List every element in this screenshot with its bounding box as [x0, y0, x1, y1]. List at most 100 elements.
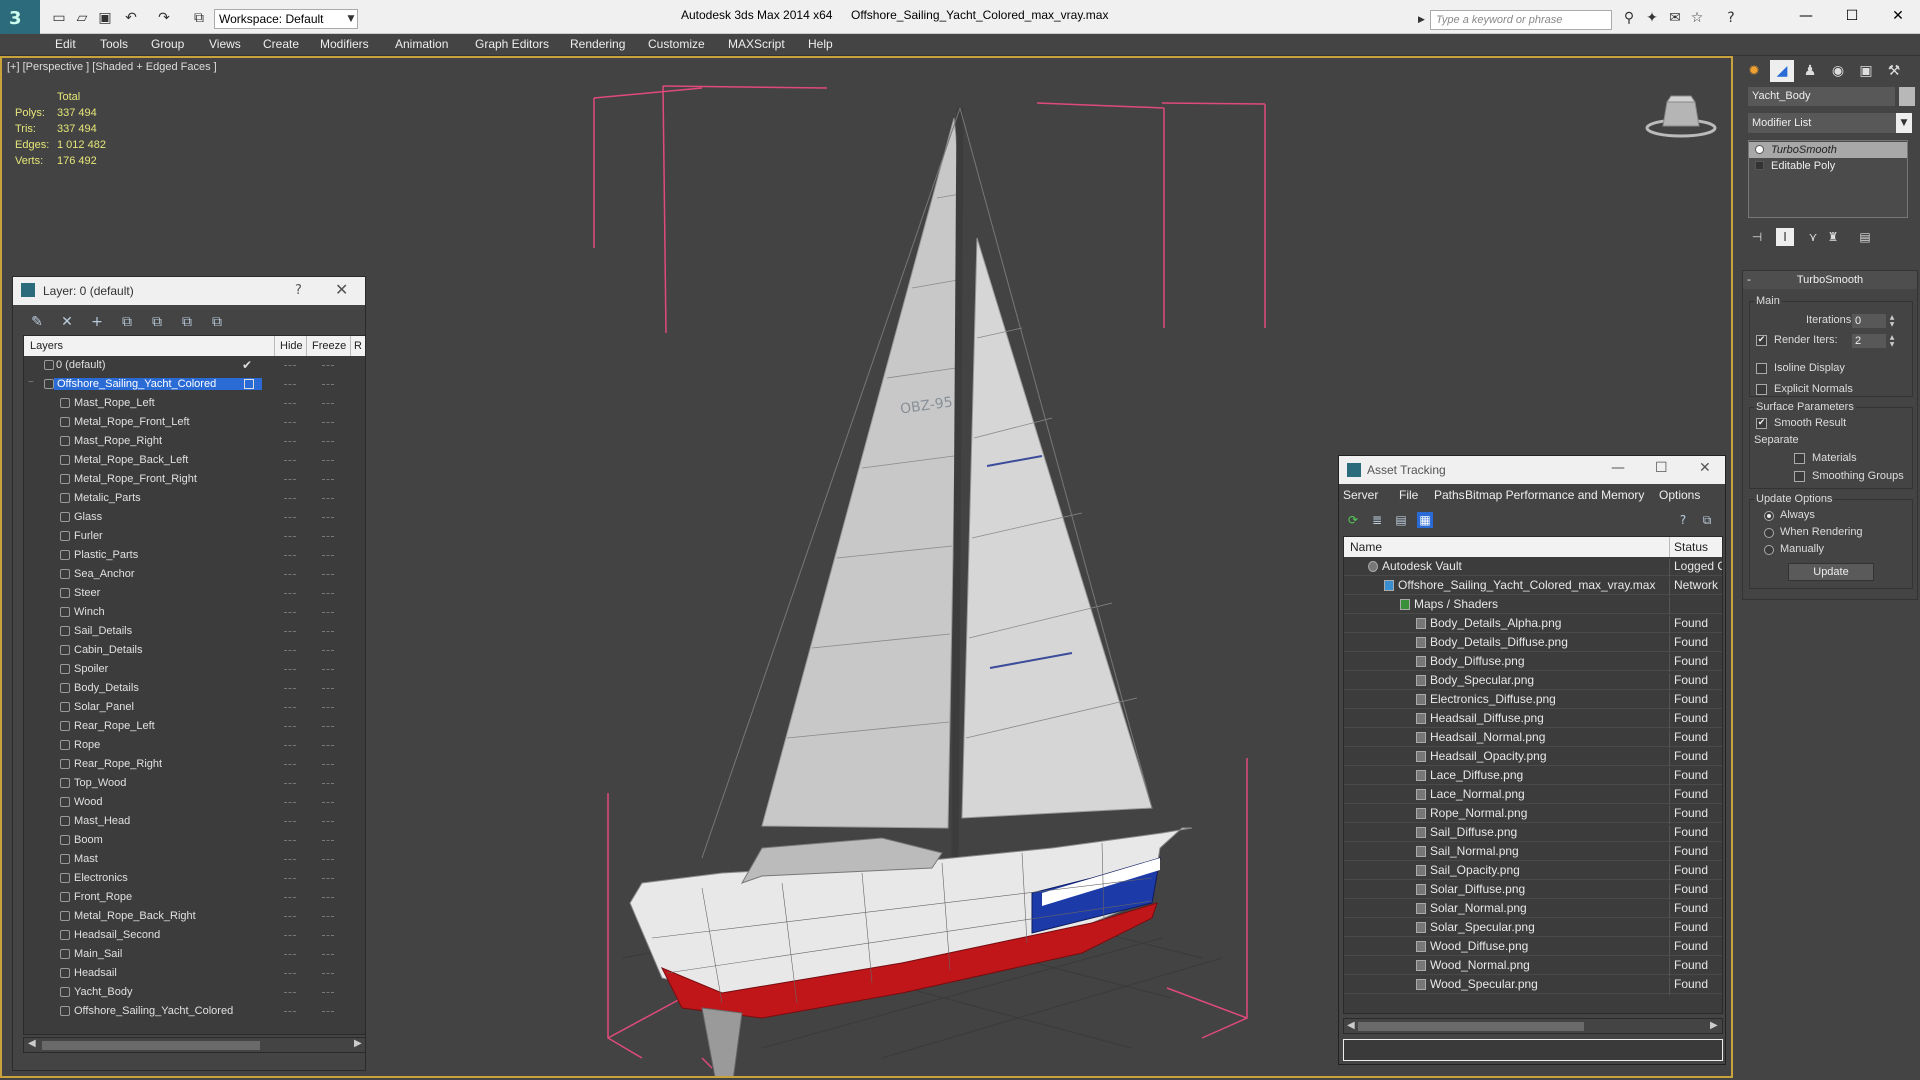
- object-color-swatch[interactable]: [1899, 87, 1915, 106]
- close-icon[interactable]: ✕: [1878, 4, 1918, 28]
- hide-toggle[interactable]: [284, 441, 296, 442]
- maximize-icon[interactable]: ☐: [1832, 4, 1872, 28]
- hide-toggle[interactable]: [284, 479, 296, 480]
- select-objects-icon[interactable]: ⧉: [117, 313, 137, 331]
- subscription-icon[interactable]: ✦: [1643, 10, 1661, 26]
- hide-toggle[interactable]: [284, 612, 296, 613]
- layer-object-row[interactable]: Metal_Rope_Back_Right: [24, 907, 365, 926]
- freeze-toggle[interactable]: [322, 897, 334, 898]
- freeze-toggle[interactable]: [322, 954, 334, 955]
- maximize-icon[interactable]: ☐: [1655, 460, 1668, 476]
- asset-map-row[interactable]: Headsail_Diffuse.png Found: [1344, 709, 1722, 729]
- hide-toggle[interactable]: [284, 422, 296, 423]
- asset-map-row[interactable]: Sail_Opacity.png Found: [1344, 861, 1722, 881]
- spinner-arrows-icon[interactable]: ▲ ▼: [1888, 334, 1896, 348]
- layer-object-row[interactable]: Sail_Details: [24, 622, 365, 641]
- menu-paths[interactable]: Paths: [1434, 488, 1465, 502]
- create-tab-icon[interactable]: ✹: [1742, 60, 1766, 82]
- hide-toggle[interactable]: [284, 631, 296, 632]
- hide-toggle[interactable]: [284, 707, 296, 708]
- freeze-toggle[interactable]: [322, 498, 334, 499]
- layer-object-row[interactable]: Mast_Head: [24, 812, 365, 831]
- layer-object-row[interactable]: Headsail: [24, 964, 365, 983]
- hide-toggle[interactable]: [284, 783, 296, 784]
- isoline-checkbox[interactable]: [1756, 363, 1767, 374]
- configure-sets-icon[interactable]: ▤: [1856, 228, 1874, 246]
- hide-toggle[interactable]: [284, 1011, 296, 1012]
- pin-stack-icon[interactable]: ⊣: [1748, 228, 1766, 246]
- freeze-toggle[interactable]: [322, 669, 334, 670]
- list-view-icon[interactable]: ≣: [1369, 512, 1385, 528]
- asset-row-file[interactable]: Offshore_Sailing_Yacht_Colored_max_vray.…: [1344, 576, 1722, 596]
- scroll-thumb[interactable]: [1358, 1022, 1584, 1031]
- freeze-toggle[interactable]: [322, 973, 334, 974]
- close-icon[interactable]: ✕: [1699, 460, 1711, 476]
- hide-toggle[interactable]: [284, 935, 296, 936]
- freeze-toggle[interactable]: [322, 441, 334, 442]
- render-iters-checkbox[interactable]: ✔: [1756, 335, 1767, 346]
- asset-map-row[interactable]: Sail_Diffuse.png Found: [1344, 823, 1722, 843]
- menu-options[interactable]: Options: [1659, 488, 1700, 502]
- minimize-icon[interactable]: —: [1786, 4, 1826, 28]
- hide-toggle[interactable]: [284, 802, 296, 803]
- menu-bitmap-performance[interactable]: Bitmap Performance and Memory: [1465, 488, 1644, 502]
- layer-object-row[interactable]: Rear_Rope_Left: [24, 717, 365, 736]
- scroll-left-icon[interactable]: ◀: [28, 1038, 36, 1049]
- viewport-label[interactable]: [+] [Perspective ] [Shaded + Edged Faces…: [7, 61, 217, 73]
- tree-view-icon[interactable]: ▤: [1393, 512, 1409, 528]
- freeze-toggle[interactable]: [322, 384, 334, 385]
- stack-item-turbosmooth[interactable]: TurboSmooth: [1749, 142, 1907, 158]
- layer-object-row[interactable]: Body_Details: [24, 679, 365, 698]
- freeze-toggle[interactable]: [322, 365, 334, 366]
- save-icon[interactable]: ▣: [96, 10, 114, 26]
- search-expand-icon[interactable]: ▶: [1418, 10, 1430, 30]
- minimize-icon[interactable]: —: [1611, 460, 1625, 476]
- hide-toggle[interactable]: [284, 403, 296, 404]
- collapse-icon[interactable]: −: [28, 377, 34, 388]
- hide-toggle[interactable]: [284, 593, 296, 594]
- hide-toggle[interactable]: [284, 916, 296, 917]
- freeze-toggle[interactable]: [322, 802, 334, 803]
- horizontal-scrollbar[interactable]: ◀ ▶: [23, 1037, 366, 1053]
- freeze-toggle[interactable]: [322, 992, 334, 993]
- hide-toggle[interactable]: [284, 878, 296, 879]
- hide-toggle[interactable]: [284, 555, 296, 556]
- freeze-toggle[interactable]: [322, 612, 334, 613]
- help-icon[interactable]: ?: [295, 283, 302, 298]
- hide-toggle[interactable]: [284, 859, 296, 860]
- layer-object-row[interactable]: Winch: [24, 603, 365, 622]
- layer-object-row[interactable]: Metalic_Parts: [24, 489, 365, 508]
- menu-customize[interactable]: Customize: [648, 37, 705, 51]
- project-folder-icon[interactable]: ⧉: [190, 10, 208, 26]
- asset-map-row[interactable]: Wood_Normal.png Found: [1344, 956, 1722, 976]
- col-freeze[interactable]: Freeze: [312, 340, 346, 352]
- display-tab-icon[interactable]: ▣: [1854, 60, 1878, 82]
- menu-tools[interactable]: Tools: [100, 37, 128, 51]
- layer-object-row[interactable]: Headsail_Second: [24, 926, 365, 945]
- freeze-all-icon[interactable]: ⧉: [207, 313, 227, 331]
- spinner-arrows-icon[interactable]: ▲ ▼: [1888, 314, 1896, 328]
- when-rendering-radio[interactable]: [1764, 528, 1774, 538]
- hide-toggle[interactable]: [284, 536, 296, 537]
- hide-toggle[interactable]: [284, 992, 296, 993]
- close-icon[interactable]: ✕: [335, 280, 348, 299]
- col-hide[interactable]: Hide: [280, 340, 303, 352]
- hide-toggle[interactable]: [284, 973, 296, 974]
- layer-object-row[interactable]: Electronics: [24, 869, 365, 888]
- asset-map-row[interactable]: Lace_Diffuse.png Found: [1344, 766, 1722, 786]
- freeze-toggle[interactable]: [322, 878, 334, 879]
- asset-map-row[interactable]: Wood_Specular.png Found: [1344, 975, 1722, 995]
- freeze-toggle[interactable]: [322, 631, 334, 632]
- freeze-toggle[interactable]: [322, 935, 334, 936]
- freeze-toggle[interactable]: [322, 745, 334, 746]
- render-iters-spinner[interactable]: 2: [1852, 334, 1886, 348]
- rollout-title[interactable]: TurboSmooth: [1743, 271, 1917, 289]
- object-name-field[interactable]: Yacht_Body: [1748, 87, 1895, 106]
- asset-map-row[interactable]: Body_Details_Alpha.png Found: [1344, 614, 1722, 634]
- delete-layer-icon[interactable]: ✕: [57, 313, 77, 331]
- freeze-toggle[interactable]: [322, 536, 334, 537]
- hide-toggle[interactable]: [284, 460, 296, 461]
- freeze-toggle[interactable]: [322, 555, 334, 556]
- layer-object-row[interactable]: Yacht_Body: [24, 983, 365, 1002]
- menu-views[interactable]: Views: [209, 37, 241, 51]
